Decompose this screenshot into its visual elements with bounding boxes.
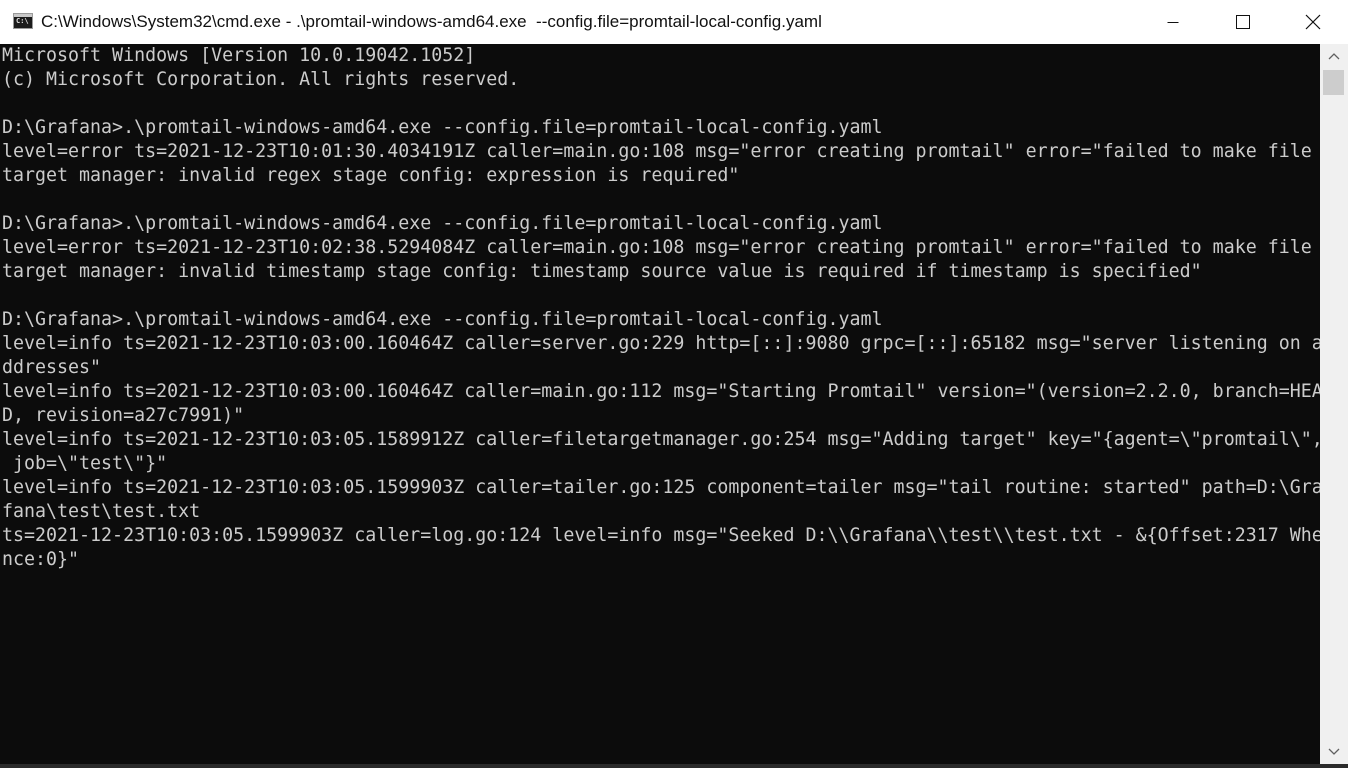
console-line: fana\test\test.txt: [2, 501, 201, 522]
title-bar[interactable]: C:\ C:\Windows\System32\cmd.exe - .\prom…: [0, 0, 1348, 44]
console-line: level=info ts=2021-12-23T10:03:00.160464…: [2, 381, 1320, 402]
close-button[interactable]: [1278, 0, 1348, 44]
maximize-button[interactable]: [1208, 0, 1278, 44]
console-line: ddresses": [2, 357, 102, 378]
cmd-app-icon[interactable]: C:\: [13, 13, 33, 29]
console-line: level=info ts=2021-12-23T10:03:00.160464…: [2, 333, 1320, 354]
console-line: level=info ts=2021-12-23T10:03:05.158991…: [2, 429, 1320, 450]
console-line: nce:0}": [2, 549, 80, 570]
window-title: C:\Windows\System32\cmd.exe - .\promtail…: [41, 12, 822, 31]
console-line: level=error ts=2021-12-23T10:02:38.52940…: [2, 237, 1312, 258]
console-line: Microsoft Windows [Version 10.0.19042.10…: [2, 45, 476, 66]
window-bottom-edge: [0, 764, 1348, 768]
scroll-up-arrow-icon: [1328, 53, 1340, 60]
console-line: D:\Grafana>.\promtail-windows-amd64.exe …: [2, 117, 883, 138]
scroll-down-button[interactable]: [1320, 740, 1348, 764]
minimize-icon: [1167, 22, 1179, 23]
console-line: D:\Grafana>.\promtail-windows-amd64.exe …: [2, 213, 883, 234]
cmd-app-icon-text: C:\: [16, 17, 29, 25]
maximize-icon: [1236, 15, 1250, 29]
console-line: level=error ts=2021-12-23T10:01:30.40341…: [2, 141, 1312, 162]
vertical-scrollbar[interactable]: [1320, 44, 1348, 764]
console-line: D, revision=a27c7991)": [2, 405, 245, 426]
console-output[interactable]: Microsoft Windows [Version 10.0.19042.10…: [0, 44, 1320, 764]
console-line: level=info ts=2021-12-23T10:03:05.159990…: [2, 477, 1320, 498]
cmd-window: C:\ C:\Windows\System32\cmd.exe - .\prom…: [0, 0, 1348, 768]
scroll-down-arrow-icon: [1328, 748, 1340, 755]
scroll-up-button[interactable]: [1320, 44, 1348, 68]
close-icon: [1305, 14, 1321, 30]
console-line: target manager: invalid timestamp stage …: [2, 261, 1202, 282]
console-line: (c) Microsoft Corporation. All rights re…: [2, 69, 520, 90]
console-line: target manager: invalid regex stage conf…: [2, 165, 740, 186]
minimize-button[interactable]: [1138, 0, 1208, 44]
console-line: job=\"test\"}": [2, 453, 168, 474]
console-line: ts=2021-12-23T10:03:05.1599903Z caller=l…: [2, 525, 1320, 546]
scrollbar-thumb[interactable]: [1323, 70, 1344, 95]
console-line: D:\Grafana>.\promtail-windows-amd64.exe …: [2, 309, 883, 330]
